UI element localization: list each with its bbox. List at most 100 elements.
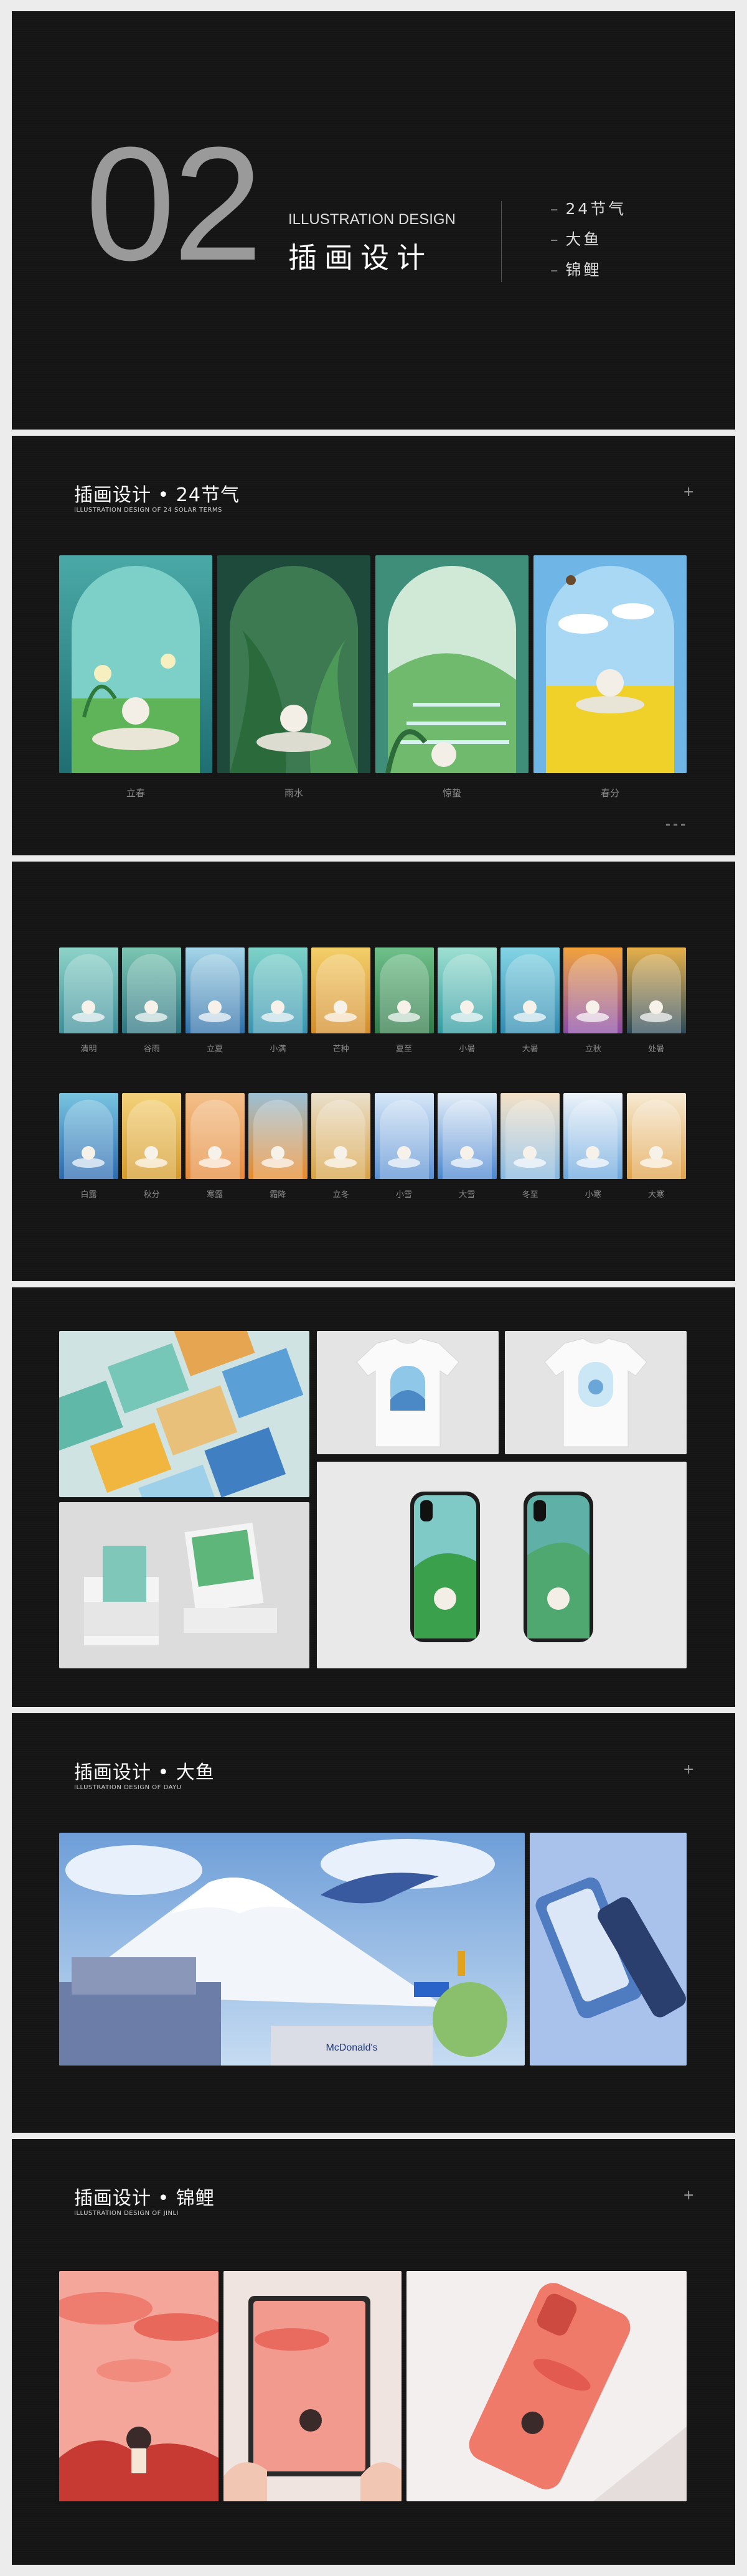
- thumbnail-caption: 小雪: [395, 1190, 412, 1200]
- thumbnail-caption: 小寒: [585, 1190, 601, 1200]
- thumbnail-image: [127, 954, 177, 1033]
- card-caption: 春分: [600, 787, 619, 799]
- cover-item: – 锦鲤: [550, 261, 602, 279]
- thumbnail-image: [379, 954, 429, 1033]
- illustration-card: [533, 555, 687, 773]
- section-title: 插画设计 • 24节气: [74, 484, 240, 506]
- dayu-illustration: McDonald's: [59, 1833, 525, 2066]
- thumbnail-caption: 小暑: [459, 1045, 476, 1054]
- jinli-tablet-mockup: [223, 2271, 402, 2501]
- cover-panel: 02 ILLUSTRATION DESIGN 插画设计 –24节气 – 大鱼 – 锦…: [12, 11, 735, 430]
- jinli-illustration: [59, 2271, 218, 2501]
- thumbnail-image: [190, 1099, 240, 1179]
- thumbnail-caption: 小满: [270, 1045, 286, 1054]
- solar-term-thumbnail: [437, 947, 497, 1033]
- pagination-indicator[interactable]: ▬ ▬ ▬: [665, 822, 686, 827]
- solar-term-thumbnail: [626, 947, 686, 1033]
- thumbnail-caption: 立冬: [332, 1190, 349, 1200]
- thumbnail-image: [442, 1099, 492, 1179]
- solar-term-thumbnail: [500, 947, 560, 1033]
- thumbnail-caption: 冬至: [522, 1190, 538, 1200]
- solar-term-thumbnail: [374, 1093, 434, 1179]
- thumbnail-image: [127, 1099, 177, 1179]
- section-number: 02: [85, 114, 263, 294]
- thumbnail-image: [64, 1099, 113, 1179]
- tshirt-mockup: [317, 1331, 499, 1454]
- solar-term-thumbnail: [248, 947, 308, 1033]
- solar-terms-panel: 插画设计 • 24节气 ILLUSTRATION DESIGN OF 24 SO…: [12, 436, 735, 855]
- thumbnail-caption: 立夏: [207, 1045, 223, 1054]
- plus-icon[interactable]: +: [683, 1763, 694, 1777]
- section-subtitle: ILLUSTRATION DESIGN OF 24 SOLAR TERMS: [74, 507, 222, 514]
- tshirt-back-image: [505, 1331, 687, 1454]
- cover-item: –24节气: [550, 200, 627, 218]
- thumbnail-image: [316, 954, 366, 1033]
- jinli-poster-image: [59, 2271, 218, 2501]
- jinli-phone-image: [406, 2271, 687, 2501]
- solar-term-thumbnail: [563, 1093, 623, 1179]
- solar-term-thumbnail: [185, 947, 245, 1033]
- thumbnail-caption: 清明: [80, 1045, 97, 1054]
- thumbnail-image: [442, 954, 492, 1033]
- card-caption: 立春: [126, 787, 145, 799]
- thumbnail-image: [316, 1099, 366, 1179]
- illustration-image: [375, 555, 529, 773]
- thumbnail-caption: 谷雨: [143, 1045, 160, 1054]
- thumbnail-caption: 芒种: [332, 1045, 349, 1054]
- card-caption: 惊蛰: [442, 787, 461, 799]
- illustration-card: [59, 555, 212, 773]
- solar-term-thumbnail: [311, 1093, 371, 1179]
- dayu-landscape-image: McDonald's: [59, 1833, 525, 2066]
- thumbnail-caption: 白露: [80, 1190, 97, 1200]
- solar-term-thumbnail: [500, 1093, 560, 1179]
- thumbnail-caption: 处暑: [648, 1045, 665, 1054]
- illustration-card: [375, 555, 529, 773]
- dayu-phone-mockup: [530, 1833, 687, 2066]
- thumbnail-image: [631, 1099, 681, 1179]
- solar-terms-grid-panel: 清明 谷雨 立夏 小满 芒种 夏至 小暑 大暑 立秋 处暑 白露 秋分 寒露 霜…: [12, 862, 735, 1281]
- thumbnail-caption: 夏至: [395, 1045, 412, 1054]
- section-title: 插画设计 • 大鱼: [74, 1762, 215, 1784]
- thumbnail-image: [253, 1099, 303, 1179]
- cover-item-list: –24节气 – 大鱼 – 锦鲤: [550, 197, 626, 280]
- tshirt-mockup: [505, 1331, 687, 1454]
- solar-term-thumbnail: [437, 1093, 497, 1179]
- section-subtitle: ILLUSTRATION DESIGN OF JINLI: [74, 2210, 179, 2217]
- plus-icon[interactable]: +: [683, 2189, 694, 2202]
- solar-term-thumbnail: [311, 947, 371, 1033]
- thumbnail-image: [568, 954, 618, 1033]
- thumbnail-caption: 秋分: [143, 1190, 160, 1200]
- calendar-mockup: [59, 1502, 309, 1668]
- solar-term-thumbnail: [122, 1093, 182, 1179]
- thumbnail-caption: 立秋: [585, 1045, 601, 1054]
- solar-term-thumbnail: [185, 1093, 245, 1179]
- phone-case-mockup: [317, 1462, 687, 1668]
- section-title: 插画设计 • 锦鲤: [74, 2188, 215, 2209]
- illustration-card: [217, 555, 370, 773]
- plus-icon[interactable]: +: [683, 486, 694, 499]
- illustration-image: [59, 555, 212, 773]
- thumbnail-caption: 霜降: [270, 1190, 286, 1200]
- illustration-image: [217, 555, 370, 773]
- thumbnail-caption: 寒露: [207, 1190, 223, 1200]
- thumbnail-caption: 大寒: [648, 1190, 665, 1200]
- solar-term-thumbnail: [374, 947, 434, 1033]
- thumbnail-image: [379, 1099, 429, 1179]
- dayu-panel: 插画设计 • 大鱼 ILLUSTRATION DESIGN OF DAYU + …: [12, 1713, 735, 2133]
- thumbnail-image: [190, 954, 240, 1033]
- thumbnail-image: [64, 954, 113, 1033]
- merchandise-panel: [12, 1287, 735, 1707]
- thumbnail-image: [253, 954, 303, 1033]
- solar-term-thumbnail: [563, 947, 623, 1033]
- postcards-image: [59, 1331, 309, 1497]
- illustration-image: [533, 555, 687, 773]
- thumbnail-image: [505, 954, 555, 1033]
- cover-subtitle-en: ILLUSTRATION DESIGN: [288, 211, 456, 228]
- thumbnail-image: [568, 1099, 618, 1179]
- jinli-tablet-image: [223, 2271, 402, 2501]
- jinli-panel: 插画设计 • 锦鲤 ILLUSTRATION DESIGN OF JINLI +: [12, 2139, 735, 2565]
- cover-divider: [501, 201, 502, 282]
- cover-title: 插画设计: [288, 241, 433, 275]
- section-subtitle: ILLUSTRATION DESIGN OF DAYU: [74, 1784, 182, 1791]
- thumbnail-caption: 大暑: [522, 1045, 538, 1054]
